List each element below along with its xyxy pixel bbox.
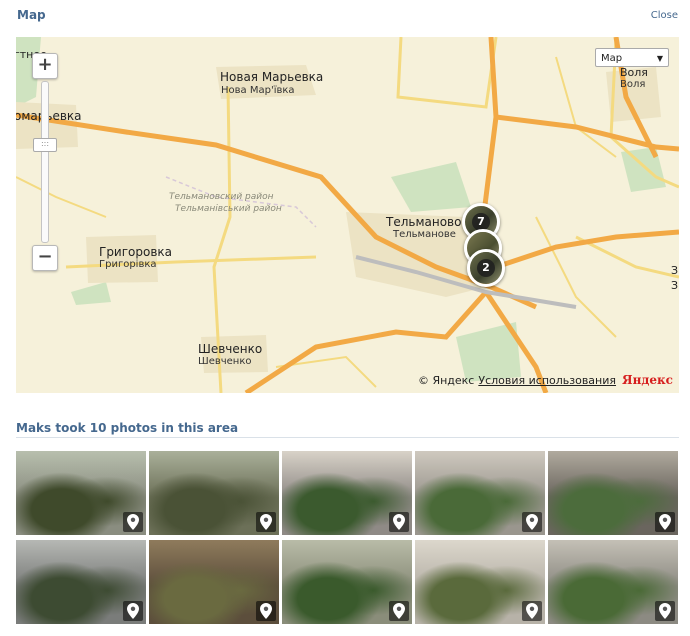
map-label: Григорівка <box>99 259 157 270</box>
photo-thumbnail[interactable] <box>149 540 279 624</box>
close-button[interactable]: Close <box>651 10 678 21</box>
map-label: Нова Мар'ївка <box>221 85 295 96</box>
map-label: Тельманівський район <box>175 204 282 214</box>
photo-thumbnail[interactable] <box>16 451 146 535</box>
location-pin-icon[interactable] <box>522 601 542 621</box>
photos-section-header: Maks took 10 photos in this area <box>16 417 679 438</box>
photo-thumbnail[interactable] <box>282 540 412 624</box>
location-pin-icon[interactable] <box>123 512 143 532</box>
chevron-down-icon: ▼ <box>656 54 663 63</box>
map-label: Тельманове <box>393 229 456 240</box>
map-label: Тельмановский район <box>169 192 274 202</box>
map-label: Шевченко <box>198 342 263 356</box>
photo-thumbnail[interactable] <box>548 451 678 535</box>
location-pin-icon[interactable] <box>256 601 276 621</box>
yandex-logo[interactable]: Яндекс <box>622 373 673 387</box>
map-label: З <box>671 264 679 277</box>
location-pin-icon[interactable] <box>389 512 409 532</box>
map-label: Шевченко <box>198 356 252 367</box>
map-label: Воля <box>620 79 646 90</box>
map-type-value: Map <box>601 53 623 64</box>
location-pin-icon[interactable] <box>123 601 143 621</box>
map-view[interactable]: гтное омарьевка Новая Марьевка Нова Мар'… <box>16 37 679 393</box>
dialog-header: Map Close <box>0 0 690 34</box>
photo-thumbnail[interactable] <box>415 540 545 624</box>
map-label: Новая Марьевка <box>220 70 324 84</box>
photo-thumbnail[interactable] <box>282 451 412 535</box>
location-pin-icon[interactable] <box>655 512 675 532</box>
cluster-count: 2 <box>477 259 495 277</box>
zoom-out-button[interactable]: − <box>32 245 58 271</box>
photo-thumbnail[interactable] <box>16 540 146 624</box>
zoom-slider-handle[interactable]: ::: <box>33 138 57 152</box>
map-type-select[interactable]: Map ▼ <box>595 48 669 67</box>
dialog-title: Map <box>17 8 46 22</box>
photo-thumbnail[interactable] <box>548 540 678 624</box>
map-label: Григоровка <box>99 245 173 259</box>
copyright-text: © Яндекс <box>417 374 475 387</box>
map-label: Тельманово <box>386 215 462 229</box>
location-pin-icon[interactable] <box>256 512 276 532</box>
photo-thumbnail[interactable] <box>415 451 545 535</box>
map-label: Воля <box>620 66 648 79</box>
photos-section-title: Maks took 10 photos in this area <box>16 421 239 435</box>
photo-thumbnail[interactable] <box>149 451 279 535</box>
location-pin-icon[interactable] <box>389 601 409 621</box>
photo-cluster-marker[interactable]: 2 <box>467 249 505 287</box>
zoom-in-button[interactable]: + <box>32 53 58 79</box>
zoom-slider-track[interactable] <box>41 81 49 243</box>
map-background <box>16 37 679 393</box>
map-attribution: © Яндекс Условия использования Яндекс <box>418 373 673 387</box>
location-pin-icon[interactable] <box>655 601 675 621</box>
map-label: З <box>671 279 679 292</box>
terms-link[interactable]: Условия использования <box>478 374 616 387</box>
location-pin-icon[interactable] <box>522 512 542 532</box>
